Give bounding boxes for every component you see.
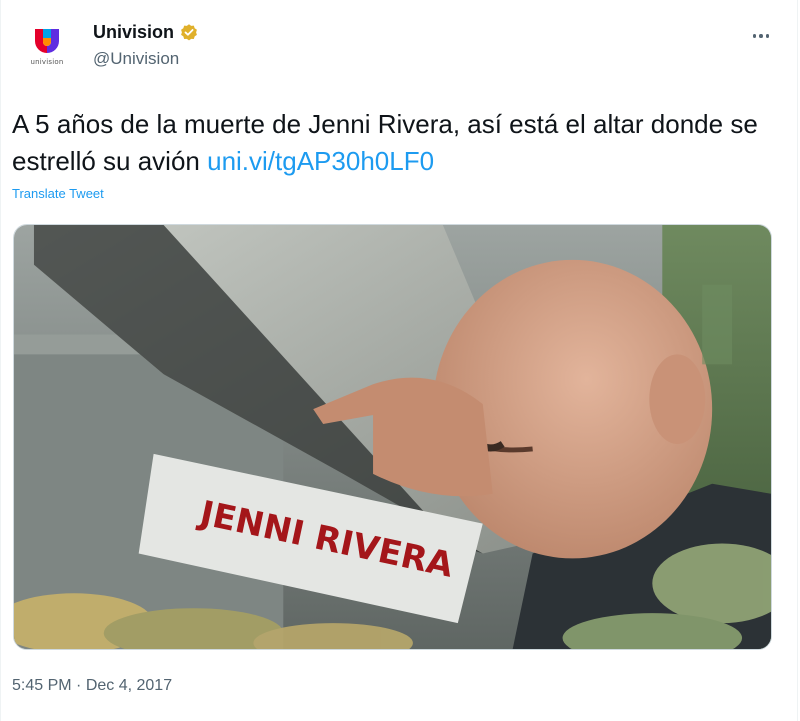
display-name[interactable]: Univision <box>93 22 174 43</box>
tweet-timestamp: 5:45 PM · Dec 4, 2017 <box>12 677 172 695</box>
photo-scene: JENNI RIVERA <box>14 225 771 649</box>
more-options-icon[interactable] <box>746 24 776 48</box>
display-name-row: Univision <box>93 22 199 43</box>
author-handle[interactable]: @Univision <box>93 49 199 69</box>
translate-tweet-link[interactable]: Translate Tweet <box>12 186 104 201</box>
tweet-card: univision Univision @Univision A 5 años … <box>12 16 782 694</box>
tweet-time[interactable]: 5:45 PM <box>12 677 72 694</box>
tweet-link[interactable]: uni.vi/tgAP30h0LF0 <box>207 146 434 176</box>
tweet-media-photo[interactable]: JENNI RIVERA <box>13 224 772 650</box>
timestamp-separator: · <box>71 677 86 694</box>
frame-border-left <box>0 0 1 721</box>
avatar-caption: univision <box>30 58 64 66</box>
tweet-header: univision Univision @Univision <box>12 16 782 86</box>
frame-border-right <box>797 0 798 721</box>
univision-logo-icon <box>35 29 59 53</box>
author-names: Univision @Univision <box>93 22 199 69</box>
verified-badge-icon <box>181 23 197 40</box>
tweet-text: A 5 años de la muerte de Jenni Rivera, a… <box>12 106 772 180</box>
tweet-date[interactable]: Dec 4, 2017 <box>86 677 172 694</box>
avatar[interactable]: univision <box>22 28 72 86</box>
